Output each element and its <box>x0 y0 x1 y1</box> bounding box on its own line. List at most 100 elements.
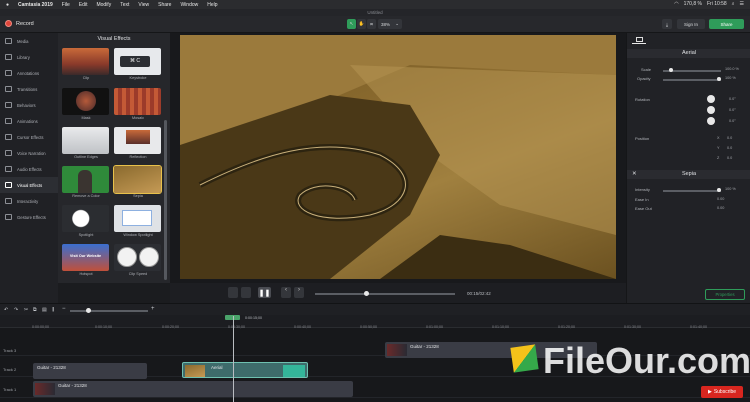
fx-label-remove-color: Remove a Color <box>72 194 100 198</box>
zoom-in-icon[interactable]: + <box>151 306 155 312</box>
rotation-z-dial[interactable] <box>707 95 715 103</box>
cut-icon[interactable]: ✂ <box>24 307 28 313</box>
fx-thumb-outline-edges[interactable] <box>62 127 109 154</box>
prev-marker-button[interactable]: ‹ <box>281 287 291 298</box>
position-x-value[interactable]: 0.0 <box>727 136 732 140</box>
share-button[interactable]: Share <box>709 19 744 29</box>
zoom-out-icon[interactable]: − <box>62 306 66 312</box>
search-icon[interactable]: ⌕ <box>732 1 735 7</box>
properties-tab[interactable] <box>632 35 646 44</box>
effect-tray[interactable] <box>283 365 305 377</box>
rail-label: Gesture Effects <box>17 214 46 220</box>
fx-thumb-spotlight[interactable] <box>62 205 109 232</box>
copy-icon[interactable]: ⧉ <box>33 307 37 313</box>
rotation-x-value[interactable]: 0.0° <box>729 119 736 123</box>
zoom-dropdown[interactable]: 38% ⌄ <box>378 19 402 29</box>
rotation-y-value[interactable]: 0.0° <box>729 108 736 112</box>
fx-thumb-mosaic[interactable] <box>114 88 161 115</box>
menu-window[interactable]: Window <box>180 2 198 8</box>
battery-status[interactable]: 170,8 % <box>684 1 702 7</box>
intensity-slider-knob[interactable] <box>717 188 721 192</box>
opacity-slider-knob[interactable] <box>717 77 721 81</box>
rail-label: Visual Effects <box>17 182 43 188</box>
menu-app[interactable]: Camtasia 2019 <box>18 2 53 8</box>
scale-value[interactable]: 100.0 % <box>725 67 739 71</box>
intensity-value[interactable]: 100 % <box>725 187 736 191</box>
next-marker-button[interactable]: › <box>294 287 304 298</box>
clock[interactable]: Fri 10:58 <box>707 1 727 7</box>
rotation-y-dial[interactable] <box>707 106 715 114</box>
menu-share[interactable]: Share <box>158 2 171 8</box>
position-y-value[interactable]: 0.0 <box>727 146 732 150</box>
intensity-slider[interactable] <box>663 190 721 192</box>
subscribe-button[interactable]: ▶ Subscribe <box>701 386 743 398</box>
opacity-slider[interactable] <box>663 79 721 81</box>
menu-file[interactable]: File <box>62 2 70 8</box>
rail-item-audio-effects[interactable]: Audio Effects <box>0 161 58 177</box>
split-icon[interactable]: ⫼ <box>52 307 54 313</box>
scrub-knob[interactable] <box>364 291 369 296</box>
fx-thumb-clip-speed[interactable] <box>114 244 161 271</box>
rotation-z-value[interactable]: 0.0° <box>729 97 736 101</box>
menu-modify[interactable]: Modify <box>96 2 111 8</box>
fx-label-clip: Clip <box>82 76 90 80</box>
step-forward-button[interactable] <box>241 287 251 298</box>
paste-icon[interactable]: ▤ <box>42 307 47 313</box>
rail-item-library[interactable]: Library <box>0 49 58 65</box>
scale-slider-knob[interactable] <box>669 68 673 72</box>
rail-item-visual-effects[interactable]: Visual Effects <box>0 177 58 193</box>
position-z-value[interactable]: 0.0 <box>727 156 732 160</box>
wifi-icon[interactable]: ◠ <box>674 1 678 7</box>
fx-thumb-hotspot[interactable]: Visit Our Website <box>62 244 109 271</box>
apple-icon[interactable]: ● <box>6 2 9 8</box>
rail-item-cursor-effects[interactable]: Cursor Effects <box>0 129 58 145</box>
rail-item-interactivity[interactable]: Interactivity <box>0 193 58 209</box>
rotation-x-dial[interactable] <box>707 117 715 125</box>
menu-text[interactable]: Text <box>120 2 129 8</box>
record-button[interactable]: Record <box>5 20 34 27</box>
clip-aerial-track2[interactable]: Aerial <box>182 362 308 378</box>
ease-in-value[interactable]: 0.00 <box>717 197 724 201</box>
monitor-icon <box>635 36 643 42</box>
remove-effect-icon[interactable]: ✕ <box>632 170 637 179</box>
fx-thumb-keystroke[interactable]: ⌘ C <box>114 48 161 75</box>
undo-icon[interactable]: ↶ <box>4 307 8 313</box>
opacity-value[interactable]: 100 % <box>725 76 736 80</box>
fx-thumb-window-spotlight[interactable] <box>114 205 161 232</box>
rail-item-behaviors[interactable]: Behaviors <box>0 97 58 113</box>
rail-item-annotations[interactable]: Annotations <box>0 65 58 81</box>
zoom-slider-knob[interactable] <box>86 308 91 313</box>
scrub-track[interactable] <box>315 293 455 295</box>
step-back-button[interactable] <box>228 287 238 298</box>
crop-tool-button[interactable]: ⌗ <box>367 19 376 29</box>
zoom-slider[interactable] <box>70 310 148 312</box>
properties-button[interactable]: Properties <box>705 289 745 300</box>
fx-thumb-remove-color[interactable] <box>62 166 109 193</box>
menu-view[interactable]: View <box>138 2 149 8</box>
rail-item-gesture-effects[interactable]: Gesture Effects <box>0 209 58 225</box>
select-tool-button[interactable]: ↖ <box>347 19 356 29</box>
fx-thumb-clip[interactable] <box>62 48 109 75</box>
fx-thumb-reflection[interactable] <box>114 127 161 154</box>
rail-item-media[interactable]: Media <box>0 33 58 49</box>
pan-tool-button[interactable]: ✋ <box>357 19 366 29</box>
rail-item-transitions[interactable]: Transitions <box>0 81 58 97</box>
clip-guitar-track1[interactable]: Guitar - 21328 <box>33 381 353 397</box>
timeline-ruler[interactable]: 0:00:15;00 0:00:00;00 0:00:10;00 0:00:20… <box>0 315 750 329</box>
menu-help[interactable]: Help <box>207 2 217 8</box>
rail-item-voice-narration[interactable]: Voice Narration <box>0 145 58 161</box>
menu-list-icon[interactable]: ☰ <box>740 1 744 7</box>
redo-icon[interactable]: ↷ <box>14 307 18 313</box>
pause-button[interactable]: ❚❚ <box>258 287 271 298</box>
export-icon[interactable]: ⤓ <box>662 19 672 29</box>
fx-thumb-sepia[interactable] <box>113 165 162 194</box>
fx-thumb-mask[interactable] <box>62 88 109 115</box>
fx-scrollbar[interactable] <box>164 120 167 280</box>
video-preview[interactable] <box>180 35 616 279</box>
ease-out-value[interactable]: 0.00 <box>717 206 724 210</box>
clip-guitar-track2[interactable]: Guitar - 21328 <box>33 363 147 379</box>
sign-in-button[interactable]: Sign In <box>677 19 705 29</box>
playhead-line[interactable] <box>233 316 234 402</box>
rail-item-animations[interactable]: Animations <box>0 113 58 129</box>
menu-edit[interactable]: Edit <box>79 2 88 8</box>
